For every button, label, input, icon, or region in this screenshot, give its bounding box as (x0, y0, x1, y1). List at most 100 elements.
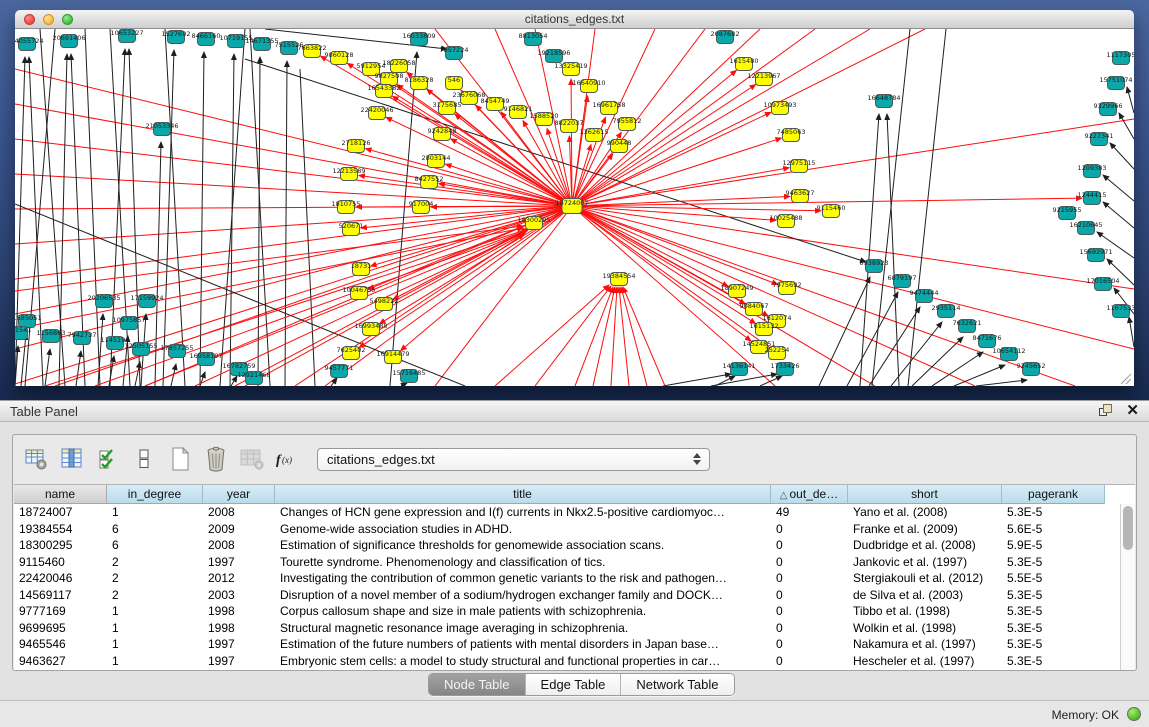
create-column-icon[interactable] (165, 444, 195, 474)
graph-node-label: 10975857 (112, 316, 145, 324)
scrollbar-thumb[interactable] (1123, 506, 1133, 550)
resize-grip-icon[interactable] (1121, 374, 1131, 384)
graph-node-label: 7625402 (337, 346, 366, 354)
graph-node-label: 18907249 (720, 284, 753, 292)
tab-edge-table[interactable]: Edge Table (526, 674, 622, 695)
table-cell: Nakamura et al. (1997) (848, 636, 1002, 653)
graph-node-label: 13325419 (554, 62, 587, 70)
table-cell: 1 (107, 636, 203, 653)
table-cell: 2 (107, 570, 203, 587)
graph-node-label: 520671 (339, 222, 364, 230)
select-columns-icon[interactable] (93, 444, 123, 474)
table-row[interactable]: 911546021997Tourette syndrome. Phenomeno… (14, 554, 1135, 571)
table-row[interactable]: 946362711997Embryonic stem cells: a mode… (14, 653, 1135, 670)
table-cell: 2 (107, 587, 203, 604)
delete-column-icon[interactable] (201, 444, 231, 474)
table-cell: 9463627 (14, 653, 107, 670)
column-header-title[interactable]: title (275, 485, 771, 504)
memory-status-indicator[interactable] (1127, 707, 1141, 721)
table-cell: Structural magnetic resonance image aver… (275, 620, 771, 637)
graph-node-label: 8427552 (415, 175, 444, 183)
graph-node-label: 19384554 (602, 272, 635, 280)
graph-node-label: 16210645 (1069, 221, 1102, 229)
table-cell: 19384554 (14, 521, 107, 538)
graph-node-label: 15716485 (392, 369, 425, 377)
graph-node-label: 18300295 (517, 216, 550, 224)
table-cell: 1 (107, 603, 203, 620)
window-title: citations_edges.txt (15, 12, 1134, 26)
graph-node-label: 8822037 (555, 119, 584, 127)
graph-node-label: 10654112 (992, 347, 1025, 355)
table-row[interactable]: 977716911998Corpus callosum shape and si… (14, 603, 1135, 620)
graph-node-label: 9474444 (910, 289, 939, 297)
table-cell: Yano et al. (2008) (848, 504, 1002, 521)
graph-node-label: 16648784 (867, 94, 900, 102)
tab-network-table[interactable]: Network Table (621, 674, 733, 695)
table-cell: de Silva et al. (2003) (848, 587, 1002, 604)
tab-node-table[interactable]: Node Table (429, 674, 526, 695)
column-header-name[interactable]: name (14, 485, 107, 504)
table-cell: 5.3E-5 (1002, 653, 1105, 670)
window-titlebar[interactable]: citations_edges.txt (15, 10, 1134, 29)
graph-node-label: 16033809 (402, 32, 435, 40)
table-selector-dropdown[interactable]: citations_edges.txt (317, 448, 710, 471)
graph-node-label: 7975692 (773, 281, 802, 289)
table-row[interactable]: 2242004622012Investigating the contribut… (14, 570, 1135, 587)
column-header-year[interactable]: year (203, 485, 275, 504)
table-cell: 1998 (203, 620, 275, 637)
graph-node-label: 17159924 (130, 294, 163, 302)
table-mode-icon[interactable] (129, 444, 159, 474)
table-cell: 2009 (203, 521, 275, 538)
function-builder-icon[interactable]: f (x) (273, 444, 303, 474)
show-columns-icon[interactable] (57, 444, 87, 474)
graph-node-label: 1585051 (15, 314, 41, 322)
table-cell: 1 (107, 620, 203, 637)
column-header-outde[interactable]: △out_de… (771, 485, 848, 504)
table-row[interactable]: 1456911722003Disruption of a novel membe… (14, 587, 1135, 604)
graph-node-label: 9115460 (817, 204, 846, 212)
graph-node-label: 8938923 (860, 259, 889, 267)
table-type-tabs: Node TableEdge TableNetwork Table (428, 673, 735, 696)
table-cell: 18724007 (14, 504, 107, 521)
graph-node-label: 2935114 (932, 304, 961, 312)
table-cell: 0 (771, 587, 848, 604)
table-cell: 5.3E-5 (1002, 620, 1105, 637)
table-cell: 6 (107, 537, 203, 554)
table-row[interactable]: 1830029562008Estimation of significance … (14, 537, 1135, 554)
float-panel-icon[interactable] (1099, 403, 1114, 418)
table-cell: Hescheler et al. (1997) (848, 653, 1002, 670)
graph-node-label: 12505155 (124, 342, 157, 350)
column-header-indegree[interactable]: in_degree (107, 485, 203, 504)
graph-node-label: 1244415 (1078, 191, 1107, 199)
table-cell: 9699695 (14, 620, 107, 637)
table-cell: Franke et al. (2009) (848, 521, 1002, 538)
close-panel-icon[interactable]: ✕ (1126, 403, 1139, 418)
graph-node-label: 252254 (765, 346, 790, 354)
graph-node-label: 1167533 (1107, 304, 1134, 312)
graph-node-label: 20206535 (87, 294, 120, 302)
table-row[interactable]: 969969511998Structural magnetic resonanc… (14, 620, 1135, 637)
table-cell: 5.9E-5 (1002, 537, 1105, 554)
table-scrollbar[interactable] (1120, 504, 1135, 670)
table-cell: 1998 (203, 603, 275, 620)
table-cell: 1997 (203, 636, 275, 653)
graph-node-label: 5912954 (357, 62, 386, 70)
graph-node-label: 10653227 (110, 29, 143, 37)
table-row[interactable]: 1872400712008Changes of HCN gene express… (14, 504, 1135, 521)
column-header-short[interactable]: short (848, 485, 1002, 504)
table-cell: Corpus callosum shape and size in male p… (275, 603, 771, 620)
graph-node-label: 1209383 (1078, 164, 1107, 172)
graph-node-label: 9215955 (1053, 206, 1082, 214)
table-row[interactable]: 946554611997Estimation of the future num… (14, 636, 1135, 653)
table-cell: 0 (771, 570, 848, 587)
network-canvas[interactable]: 1872400718300295193845547663822986012859… (15, 29, 1134, 386)
column-header-pagerank[interactable]: pagerank (1002, 485, 1105, 504)
table-header-row: namein_degreeyeartitle△out_de…shortpager… (14, 485, 1135, 504)
graph-node-label: 14136141 (722, 362, 755, 370)
graph-node-label: 16640910 (572, 79, 605, 87)
table-settings-icon[interactable] (21, 444, 51, 474)
memory-status-label: Memory: OK (1052, 708, 1119, 722)
table-row[interactable]: 1938455462009Genome-wide association stu… (14, 521, 1135, 538)
table-cell: Wolkin et al. (1998) (848, 620, 1002, 637)
table-cell: 0 (771, 537, 848, 554)
